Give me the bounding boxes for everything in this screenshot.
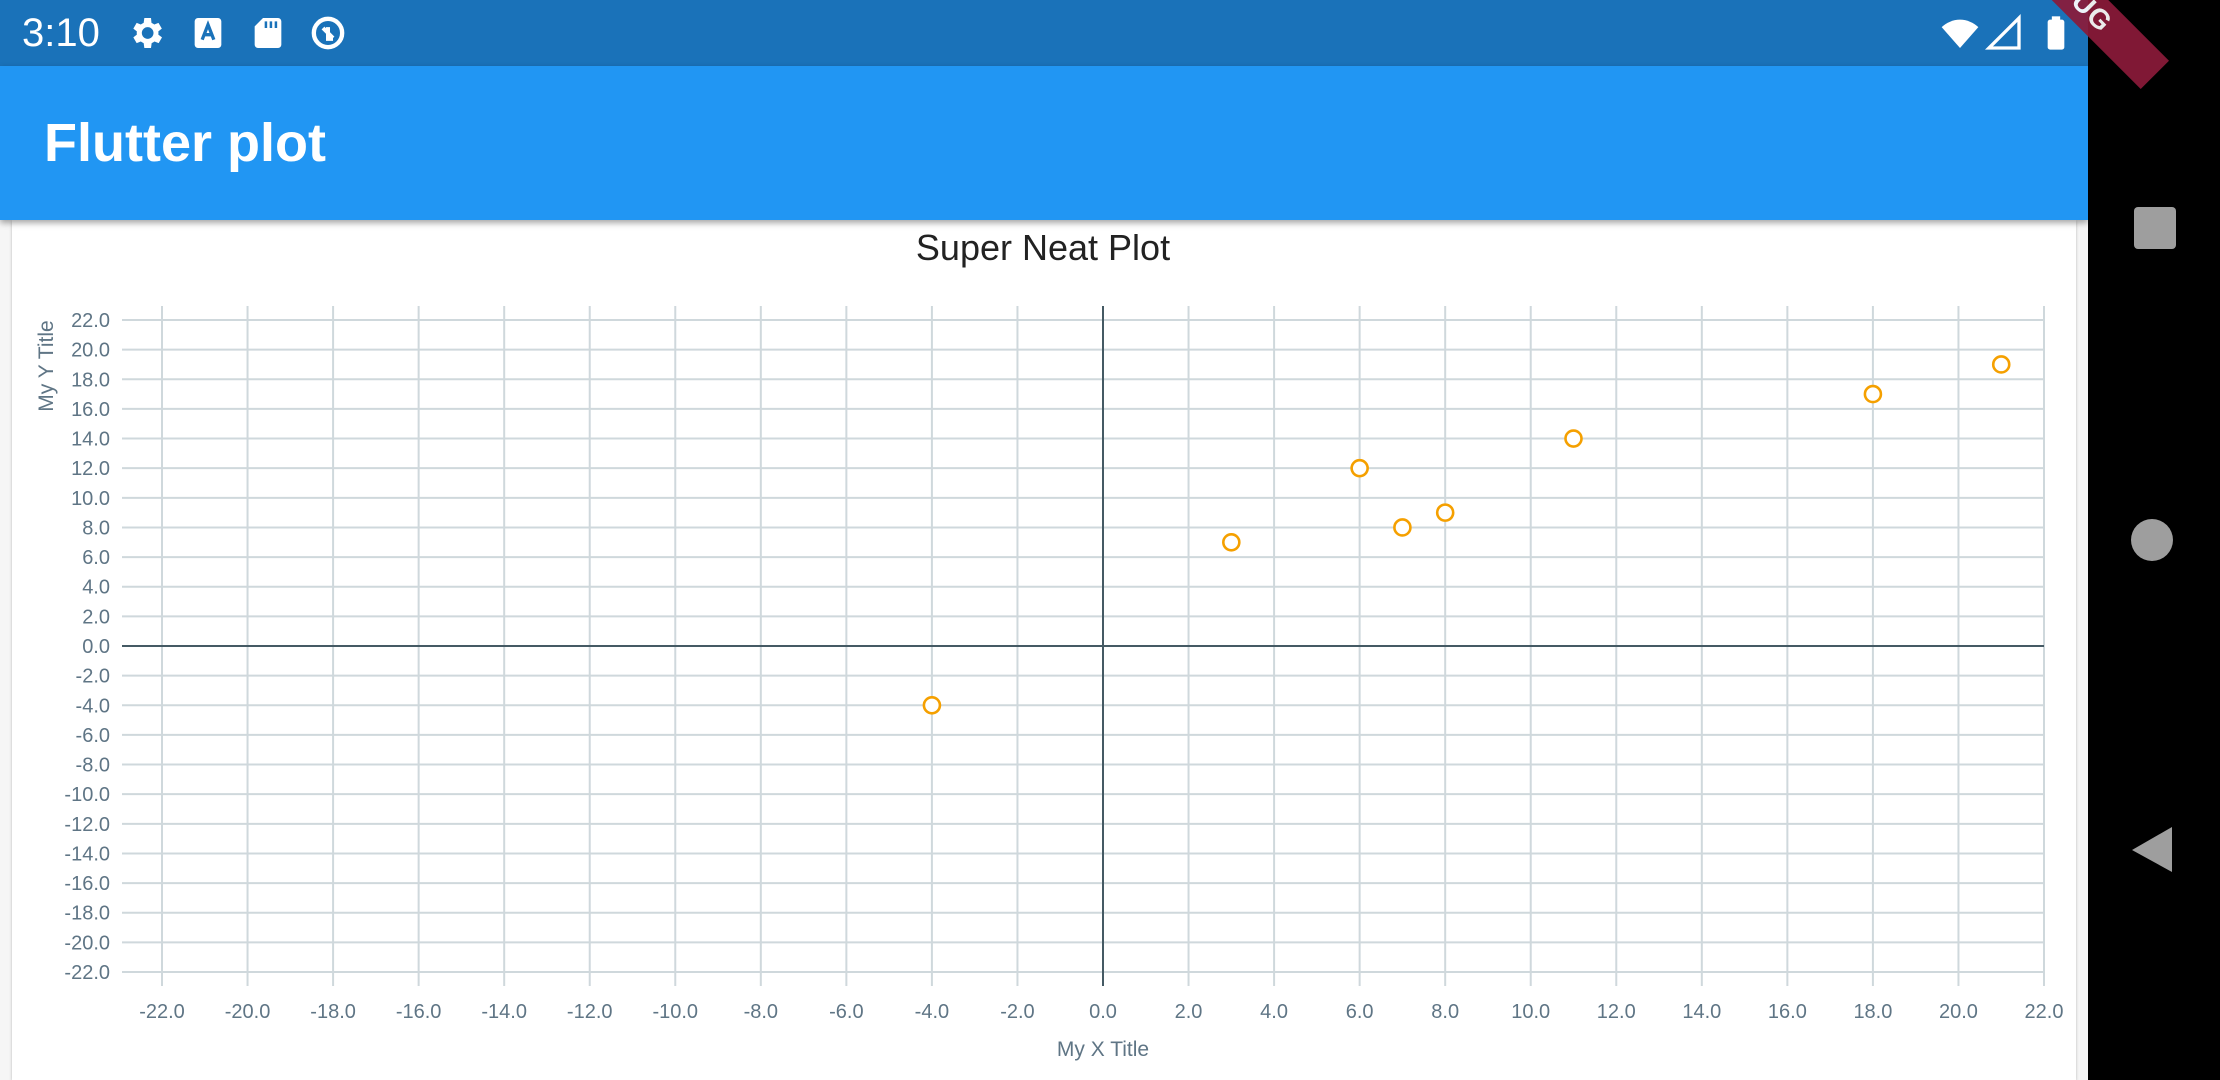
square-recents-icon[interactable] — [2134, 207, 2176, 249]
y-tick-label: 20.0 — [71, 340, 110, 362]
triangle-back-icon[interactable] — [2132, 827, 2172, 872]
scatter-point — [1991, 355, 2011, 374]
home-button[interactable] — [2131, 519, 2173, 561]
app-bar: Flutter plot — [0, 66, 2088, 220]
scatter-point — [1222, 532, 1241, 552]
y-tick-label: -4.0 — [76, 695, 110, 717]
x-tick-label: -18.0 — [310, 1001, 356, 1023]
cell-signal-icon — [1984, 13, 2024, 53]
x-tick-label: -20.0 — [225, 1001, 271, 1023]
x-tick-label: 22.0 — [2025, 1001, 2064, 1023]
wifi-icon — [1940, 13, 1980, 53]
y-tick-label: 8.0 — [82, 517, 110, 539]
y-tick-label: 22.0 — [71, 310, 110, 332]
x-tick-label: -22.0 — [139, 1001, 185, 1023]
x-tick-label: 8.0 — [1431, 1001, 1459, 1023]
gear-icon — [126, 13, 166, 53]
chart-title: Super Neat Plot — [916, 227, 1170, 268]
y-tick-label: 16.0 — [71, 399, 110, 421]
scatter-chart: Super Neat Plot -22.0 -20.0 -18.0 -16.0 -14.0… — [35, 227, 2064, 1061]
x-tick-label: 4.0 — [1260, 1001, 1288, 1023]
x-tick-label: -14.0 — [481, 1001, 527, 1023]
scatter-point — [1435, 503, 1455, 522]
x-tick-label: 16.0 — [1768, 1001, 1807, 1023]
content-area: Super Neat Plot -22.0 -20.0 -18.0 -16.0 -14.0… — [0, 220, 2088, 1080]
x-tick-label: -2.0 — [1000, 1001, 1034, 1023]
x-tick-label: 10.0 — [1511, 1001, 1550, 1023]
y-axis-title: My Y Title — [35, 320, 58, 411]
x-tick-label: -8.0 — [744, 1001, 778, 1023]
x-tick-label: -4.0 — [915, 1001, 949, 1023]
y-tick-label: -2.0 — [76, 666, 110, 688]
x-axis-title: My X Title — [1057, 1038, 1149, 1061]
y-tick-label: -12.0 — [64, 814, 110, 836]
y-tick-label: 10.0 — [71, 488, 110, 510]
y-tick-label: -6.0 — [76, 725, 110, 747]
font-a-icon — [188, 13, 228, 53]
navigation-bar — [2088, 0, 2220, 1080]
y-tick-label: 14.0 — [71, 429, 110, 451]
scatter-point — [922, 695, 942, 715]
x-tick-label: 20.0 — [1939, 1001, 1978, 1023]
app-title: Flutter plot — [44, 113, 326, 173]
y-tick-label: 6.0 — [82, 547, 110, 569]
x-tick-label: 18.0 — [1853, 1001, 1892, 1023]
status-time: 3:10 — [22, 11, 100, 55]
back-button[interactable] — [2132, 827, 2172, 872]
x-tick-label: 0.0 — [1089, 1001, 1117, 1023]
y-tick-label: -18.0 — [64, 903, 110, 925]
x-tick-label: -6.0 — [829, 1001, 863, 1023]
x-tick-label: -12.0 — [567, 1001, 613, 1023]
y-tick-label: -16.0 — [64, 873, 110, 895]
y-tick-label: -14.0 — [64, 843, 110, 865]
y-tick-label: -22.0 — [64, 962, 110, 984]
y-tick-label: 2.0 — [82, 606, 110, 628]
x-tick-label: 14.0 — [1682, 1001, 1721, 1023]
y-tick-label: -20.0 — [64, 932, 110, 954]
y-tick-label: -8.0 — [76, 755, 110, 777]
x-tick-label: 12.0 — [1597, 1001, 1636, 1023]
y-tick-label: 4.0 — [82, 577, 110, 599]
y-tick-label: 18.0 — [71, 369, 110, 391]
recents-button[interactable] — [2134, 207, 2176, 249]
x-tick-label: 2.0 — [1175, 1001, 1203, 1023]
x-tick-label: 6.0 — [1346, 1001, 1374, 1023]
scatter-point — [1564, 429, 1583, 448]
scatter-point — [1863, 384, 1883, 404]
scatter-point — [1350, 458, 1369, 478]
status-bar: 3:10 — [0, 0, 2088, 66]
sync-circle-icon — [308, 13, 348, 53]
y-tick-label: -10.0 — [64, 784, 110, 806]
chart-card: Super Neat Plot -22.0 -20.0 -18.0 -16.0 -14.0… — [12, 220, 2076, 1080]
x-tick-label: -10.0 — [652, 1001, 698, 1023]
sd-card-icon — [248, 13, 288, 53]
y-tick-label: 12.0 — [71, 458, 110, 480]
y-tick-label: 0.0 — [82, 636, 110, 658]
circle-home-icon[interactable] — [2131, 519, 2173, 561]
scatter-point — [1393, 518, 1412, 537]
x-tick-label: -16.0 — [396, 1001, 442, 1023]
